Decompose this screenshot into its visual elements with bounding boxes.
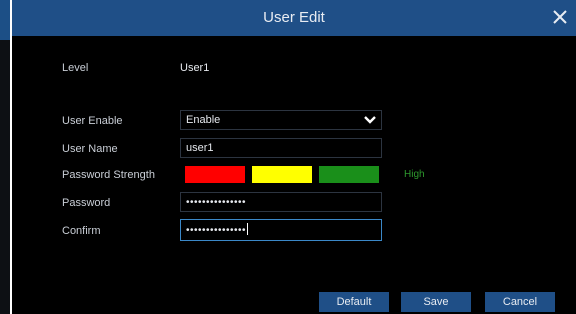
confirm-value: ••••••••••••••• [186, 225, 247, 236]
text-caret [247, 223, 249, 235]
user-name-label: User Name [62, 143, 118, 155]
save-button[interactable]: Save [401, 292, 471, 312]
dialog-titlebar: User Edit [12, 0, 576, 36]
password-label: Password [62, 197, 111, 209]
cancel-button[interactable]: Cancel [485, 292, 555, 312]
password-input[interactable]: ••••••••••••••• [180, 192, 382, 212]
level-value: User1 [180, 62, 210, 74]
level-label: Level [62, 62, 89, 74]
chevron-down-icon[interactable] [363, 113, 377, 127]
close-icon[interactable] [550, 7, 570, 27]
confirm-label: Confirm [62, 225, 101, 237]
strength-bar-medium [252, 166, 312, 183]
user-enable-label: User Enable [62, 115, 123, 127]
dialog-title: User Edit [263, 9, 325, 26]
user-enable-value: Enable [186, 114, 221, 126]
strength-bar-weak [185, 166, 245, 183]
confirm-input[interactable]: ••••••••••••••• [180, 219, 382, 241]
user-name-value: user1 [186, 142, 214, 154]
background-window-titlebar [0, 0, 10, 40]
user-name-input[interactable]: user1 [180, 138, 382, 158]
background-window-edge [0, 0, 12, 314]
default-button[interactable]: Default [319, 292, 389, 312]
strength-bar-strong [319, 166, 379, 183]
password-strength-value: High [404, 169, 425, 180]
password-value: ••••••••••••••• [186, 197, 247, 208]
user-enable-select[interactable]: Enable [180, 110, 382, 130]
password-strength-label: Password Strength [62, 169, 155, 181]
user-edit-dialog: User Edit Level User1 User Enable Enable… [12, 0, 576, 314]
